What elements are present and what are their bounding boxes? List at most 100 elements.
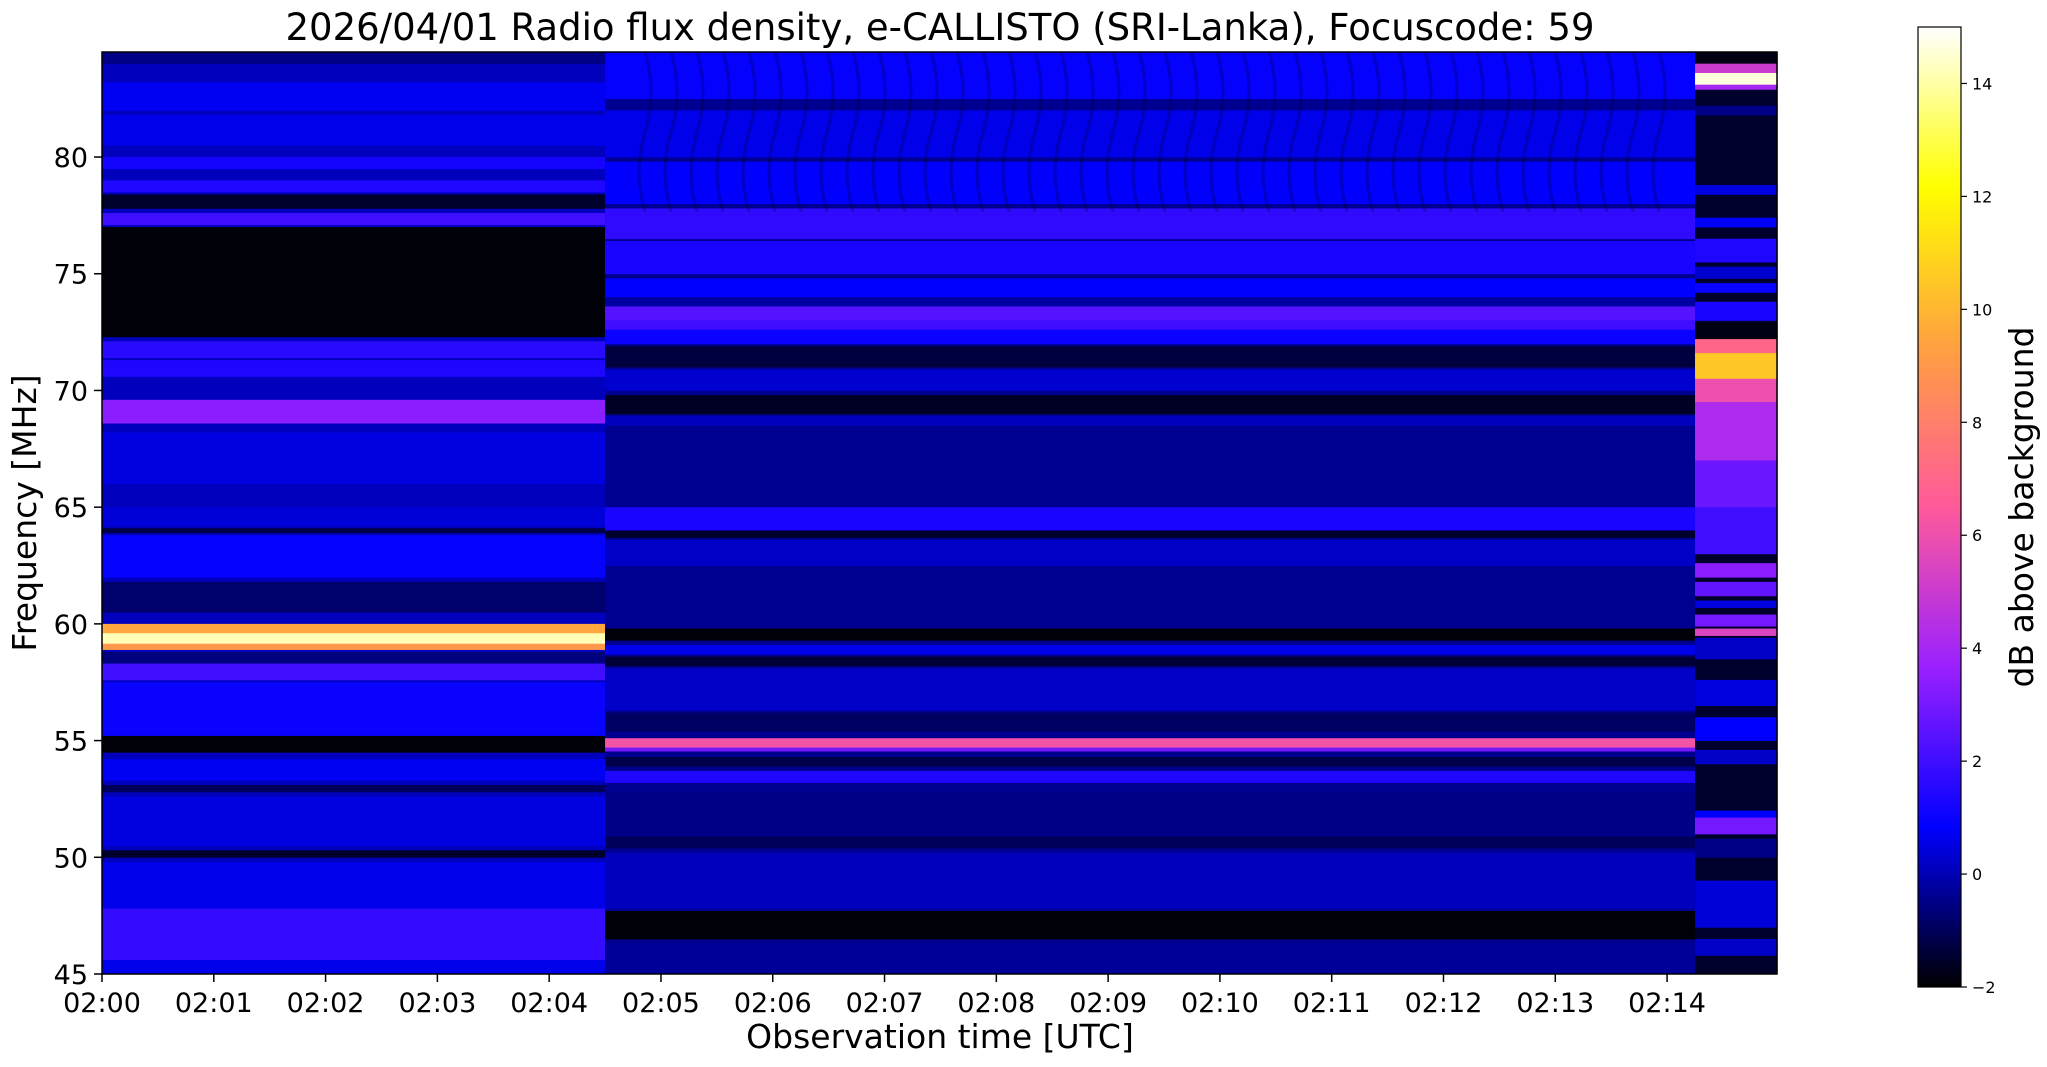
colorbar: −2 0 2 4 6 8 10 12 14 bbox=[1917, 26, 1996, 997]
heatmap-band-3-31 bbox=[1695, 880, 1778, 928]
heatmap-band-1-12 bbox=[102, 432, 606, 485]
heatmap-band-2-6 bbox=[605, 278, 1696, 298]
heatmap-band-3-8 bbox=[1695, 238, 1778, 263]
colorbar-tick-label: −2 bbox=[1972, 978, 1996, 997]
heatmap-band-3-19 bbox=[1695, 563, 1778, 578]
colorbar-tick-label: 14 bbox=[1972, 74, 1992, 93]
heatmap-band-3-16 bbox=[1695, 402, 1778, 461]
heatmap-band-3-6 bbox=[1695, 185, 1778, 195]
x-axis-label: Observation time [UTC] bbox=[746, 1017, 1134, 1056]
heatmap-band-3-15 bbox=[1695, 378, 1778, 403]
heatmap-band-3-1 bbox=[1695, 52, 1778, 65]
x-tick-label: 02:02 bbox=[287, 988, 365, 1019]
heatmap-cells bbox=[102, 52, 1778, 975]
y-tick-label: 75 bbox=[54, 260, 88, 291]
heatmap-band-2-5 bbox=[605, 241, 1696, 275]
heatmap-band-1-7 bbox=[102, 213, 606, 226]
heatmap-band-1-27 bbox=[102, 850, 606, 858]
heatmap-band-3-30 bbox=[1695, 838, 1778, 858]
heatmap-band-1-30 bbox=[102, 959, 606, 975]
heatmap-band-2-24 bbox=[605, 747, 1696, 752]
heatmap-band-1-1 bbox=[102, 52, 606, 65]
heatmap-band-3-10 bbox=[1695, 283, 1778, 293]
x-tick-label: 02:05 bbox=[622, 988, 700, 1019]
heatmap-band-2-26 bbox=[605, 770, 1696, 783]
colorbar-label: dB above background bbox=[2002, 327, 2041, 688]
x-tick-label: 02:11 bbox=[1293, 988, 1371, 1019]
y-tick-label: 50 bbox=[54, 843, 88, 874]
x-tick-label: 02:00 bbox=[63, 988, 141, 1019]
colorbar-tick-label: 6 bbox=[1972, 526, 1982, 545]
heatmap-band-1-29 bbox=[102, 908, 606, 961]
heatmap-band-2-16 bbox=[605, 530, 1696, 538]
heatmap-band-1-13 bbox=[102, 507, 606, 527]
x-tick-label: 02:03 bbox=[398, 988, 476, 1019]
x-tick-label: 02:09 bbox=[1069, 988, 1147, 1019]
heatmap-band-2-15 bbox=[605, 507, 1696, 531]
x-tick-label: 02:04 bbox=[510, 988, 588, 1019]
heatmap-band-1-10 bbox=[102, 360, 606, 377]
heatmap-band-1-2 bbox=[102, 82, 606, 111]
heatmap-band-2-7 bbox=[605, 297, 1696, 307]
x-tick-label: 02:01 bbox=[175, 988, 253, 1019]
x-axis: 02:00 02:01 02:02 02:03 02:04 02:05 02:06 02:07… bbox=[63, 974, 1706, 1019]
heatmap-band-3-25 bbox=[1695, 679, 1778, 706]
heatmap-band-1-5 bbox=[102, 180, 606, 193]
x-tick-label: 02:06 bbox=[734, 988, 812, 1019]
heatmap-band-3-17 bbox=[1695, 460, 1778, 508]
heatmap-band-2-31 bbox=[605, 943, 1696, 975]
heatmap-band-2-21 bbox=[605, 668, 1696, 711]
heatmap-band-1-19 bbox=[102, 643, 606, 650]
heatmap-band-3-2 bbox=[1695, 63, 1778, 74]
heatmap-band-1-18 bbox=[102, 633, 606, 645]
heatmap-band-2-13 bbox=[605, 395, 1696, 415]
y-tick-label: 55 bbox=[54, 727, 88, 758]
heatmap-band-2-4 bbox=[605, 208, 1696, 240]
colorbar-tick-label: 4 bbox=[1972, 639, 1982, 658]
heatmap-band-1-6 bbox=[102, 194, 606, 209]
heatmap-band-2-25 bbox=[605, 756, 1696, 767]
heatmap-band-2-28 bbox=[605, 836, 1696, 849]
plot-area bbox=[101, 51, 1778, 975]
heatmap-band-3-4 bbox=[1695, 84, 1778, 90]
heatmap-band-2-12 bbox=[605, 369, 1696, 391]
heatmap-band-3-32 bbox=[1695, 938, 1778, 956]
heatmap-band-3-21 bbox=[1695, 600, 1778, 608]
x-tick-label: 02:08 bbox=[957, 988, 1035, 1019]
heatmap-band-2-14 bbox=[605, 416, 1696, 426]
heatmap-band-1-28 bbox=[102, 861, 606, 910]
y-axis: 45 50 55 60 65 70 75 80 bbox=[54, 143, 102, 991]
heatmap-band-1-25 bbox=[102, 784, 606, 793]
heatmap-band-3-29 bbox=[1695, 817, 1778, 835]
y-tick-label: 80 bbox=[54, 143, 88, 174]
heatmap-band-1-4 bbox=[102, 157, 606, 170]
heatmap-band-2-19 bbox=[605, 644, 1696, 655]
colorbar-tick-label: 8 bbox=[1972, 413, 1982, 432]
x-tick-label: 02:13 bbox=[1516, 988, 1594, 1019]
colorbar-tick-label: 12 bbox=[1972, 187, 1992, 206]
chart-title: 2026/04/01 Radio flux density, e-CALLIST… bbox=[286, 6, 1595, 49]
heatmap-band-3-23 bbox=[1695, 628, 1778, 636]
y-tick-label: 65 bbox=[54, 493, 88, 524]
colorbar-fill bbox=[1918, 27, 1961, 987]
heatmap-band-1-20 bbox=[102, 651, 606, 664]
heatmap-band-2-23 bbox=[605, 738, 1696, 748]
heatmap-band-1-26 bbox=[102, 796, 606, 847]
y-tick-label: 70 bbox=[54, 376, 88, 407]
heatmap-band-3-20 bbox=[1695, 581, 1778, 597]
heatmap-band-3-18 bbox=[1695, 507, 1778, 555]
heatmap-band-2-29 bbox=[605, 852, 1696, 910]
y-axis-label: Frequency [MHz] bbox=[5, 374, 44, 651]
heatmap-band-2-22 bbox=[605, 712, 1696, 732]
heatmap-band-1-8 bbox=[102, 227, 606, 338]
heatmap-band-3-28 bbox=[1695, 810, 1778, 819]
heatmap-band-3-12 bbox=[1695, 322, 1778, 340]
colorbar-ticks: −2 0 2 4 6 8 10 12 14 bbox=[1961, 74, 1996, 997]
x-tick-label: 02:07 bbox=[846, 988, 924, 1019]
heatmap-band-2-9 bbox=[605, 320, 1696, 331]
heatmap-band-1-22 bbox=[102, 682, 606, 737]
heatmap-band-1-17 bbox=[102, 623, 606, 634]
heatmap-band-3-3 bbox=[1695, 73, 1778, 86]
heatmap-band-3-14 bbox=[1695, 353, 1778, 380]
heatmap-band-3-26 bbox=[1695, 717, 1778, 741]
